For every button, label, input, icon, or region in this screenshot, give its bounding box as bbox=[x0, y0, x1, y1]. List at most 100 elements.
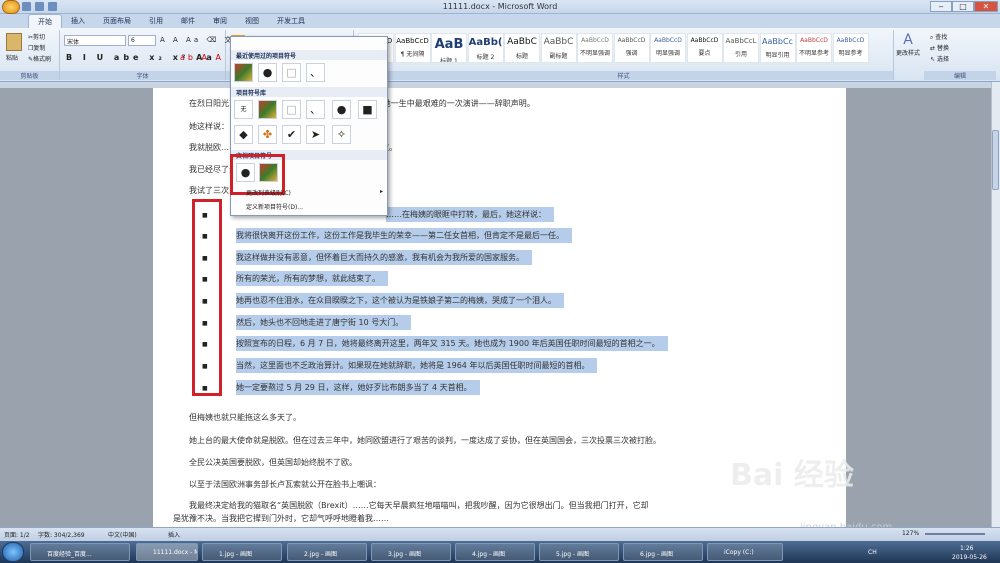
style-item[interactable]: AaBbCcD 明显强调 bbox=[650, 33, 686, 63]
define-new-bullet-item[interactable]: 定义新项目符号(D)... bbox=[246, 202, 303, 211]
select-button[interactable]: ↖ 选择 bbox=[930, 54, 949, 63]
bullet-option-four-star-icon[interactable]: ✧ bbox=[332, 125, 351, 144]
status-page[interactable]: 页面: 1/2 bbox=[4, 530, 30, 539]
bullet-option-diamond-icon[interactable]: ◆ bbox=[234, 125, 253, 144]
copy-button[interactable]: ❐复制 bbox=[28, 43, 45, 52]
recent-bullets-header: 最近使用过的项目符号 bbox=[231, 50, 387, 60]
taskbar-item[interactable]: 6.jpg - 画图 bbox=[623, 543, 703, 561]
style-label: 明显强调 bbox=[655, 50, 680, 57]
status-language[interactable]: 中文(中国) bbox=[108, 530, 137, 539]
cut-button[interactable]: ✂剪切 bbox=[28, 32, 45, 41]
tab-home[interactable]: 开始 bbox=[28, 14, 62, 28]
scrollbar-thumb[interactable] bbox=[992, 130, 999, 190]
zoom-slider[interactable] bbox=[925, 533, 985, 535]
start-button[interactable] bbox=[2, 542, 24, 562]
tab-insert[interactable]: 插入 bbox=[62, 14, 94, 28]
paste-label[interactable]: 粘贴 bbox=[6, 53, 18, 62]
style-label: ¶ 无间隔 bbox=[400, 51, 425, 58]
bullet-option-dot-icon[interactable]: ● bbox=[332, 100, 351, 119]
tab-page-layout[interactable]: 页面布局 bbox=[94, 14, 140, 28]
ribbon-tabs: 开始 插入 页面布局 引用 邮件 审阅 视图 开发工具 bbox=[0, 14, 1000, 28]
bullet-option-square-icon[interactable]: ■ bbox=[358, 100, 377, 119]
style-item[interactable]: AaBbCc 明显引用 bbox=[759, 33, 796, 63]
style-sample: AaBbCcD bbox=[800, 37, 828, 44]
style-item[interactable]: AaBbCcD 要点 bbox=[686, 33, 723, 63]
doc-line: 她这样说： bbox=[189, 122, 229, 131]
bullet-option-star-cluster-icon[interactable]: ✤ bbox=[258, 125, 277, 144]
style-label: 强调 bbox=[625, 50, 638, 57]
style-item[interactable]: AaBbC 副标题 bbox=[540, 33, 577, 63]
change-styles-button[interactable]: A 更改样式 bbox=[893, 30, 923, 80]
bullet-option-square-outline-icon[interactable]: □ bbox=[282, 63, 301, 82]
change-list-level-item[interactable]: 更改列表级别(C) bbox=[246, 188, 291, 197]
style-label: 不明显参考 bbox=[798, 50, 829, 57]
watermark-logo: Bai 经验 bbox=[730, 458, 854, 493]
style-sample: AaB bbox=[434, 37, 464, 52]
find-button[interactable]: ⌕ 查找 bbox=[930, 32, 947, 42]
maximize-button[interactable]: □ bbox=[952, 1, 974, 12]
bullet-line: 我这样做并没有恶意，但怀着巨大而持久的感激，我有机会为我所爱的国家服务。 bbox=[236, 250, 532, 265]
style-label: 标题 2 bbox=[476, 54, 495, 61]
style-item[interactable]: AaBbCcL 引用 bbox=[723, 33, 759, 63]
doc-line: 我最终决定给我的猫取名“英国脱欧（Brexit）……它每天早晨疯狂地喵喵叫，把我… bbox=[189, 501, 649, 510]
highlight-box-bullets bbox=[192, 199, 222, 396]
style-item[interactable]: AaBbC 标题 bbox=[504, 33, 540, 63]
paste-icon[interactable] bbox=[6, 33, 22, 51]
bullet-option-picture-icon[interactable] bbox=[258, 100, 277, 119]
tab-developer[interactable]: 开发工具 bbox=[268, 14, 314, 28]
bullet-option-picture-icon[interactable] bbox=[234, 63, 253, 82]
style-label: 标题 bbox=[515, 53, 528, 60]
tray-language[interactable]: CH bbox=[868, 549, 877, 556]
tray-date[interactable]: 2019-05-26 bbox=[952, 554, 987, 561]
bullet-option-check-icon[interactable]: ✔ bbox=[282, 125, 301, 144]
window-title: 11111.docx - Microsoft Word bbox=[442, 2, 558, 11]
replace-icon: ⇄ bbox=[930, 45, 936, 52]
group-label: 剪贴板 bbox=[0, 71, 59, 80]
style-item[interactable]: AaBbCcD ¶ 无间隔 bbox=[394, 33, 431, 63]
bullet-option-comma-icon[interactable]: 、 bbox=[306, 100, 325, 119]
group-label: 样式 bbox=[354, 71, 893, 80]
taskbar-item[interactable]: 3.jpg - 画图 bbox=[371, 543, 451, 561]
bullet-line: 她一定要熬过 5 月 29 日，这样，她好歹比布朗多当了 4 天首相。 bbox=[236, 380, 480, 395]
font-size-select[interactable]: 6 bbox=[128, 35, 156, 46]
taskbar-item[interactable]: 2.jpg - 画图 bbox=[287, 543, 367, 561]
minimize-button[interactable]: ‒ bbox=[930, 1, 952, 12]
tab-references[interactable]: 引用 bbox=[140, 14, 172, 28]
bullet-option-dot-icon[interactable]: ● bbox=[258, 63, 277, 82]
taskbar-item[interactable]: 1.jpg - 画图 bbox=[202, 543, 282, 561]
bullet-line: ……在梅姨的眼眶中打转，最后，她这样说： bbox=[386, 207, 554, 222]
taskbar-item[interactable]: 百度经验_百度... bbox=[30, 543, 130, 561]
status-insert-mode[interactable]: 插入 bbox=[168, 530, 180, 539]
bullet-option-comma-icon[interactable]: 、 bbox=[306, 63, 325, 82]
font-color-buttons[interactable]: ab A A bbox=[180, 53, 224, 62]
tab-view[interactable]: 视图 bbox=[236, 14, 268, 28]
format-painter-button[interactable]: ✎格式刷 bbox=[28, 54, 51, 63]
status-words[interactable]: 字数: 304/2,369 bbox=[38, 530, 85, 539]
bullet-option-arrow-icon[interactable]: ➤ bbox=[306, 125, 325, 144]
close-button[interactable]: ✕ bbox=[974, 1, 998, 12]
status-bar bbox=[0, 527, 1000, 541]
bullet-option-square-outline-icon[interactable]: □ bbox=[282, 100, 301, 119]
taskbar-item[interactable]: 11111.docx - Mi... bbox=[136, 543, 198, 561]
taskbar-item[interactable]: iCopy (C:) bbox=[707, 543, 783, 561]
style-item[interactable]: AaBbCcD 明显参考 bbox=[832, 33, 869, 63]
bullet-option-none[interactable]: 无 bbox=[234, 100, 253, 119]
style-item[interactable]: AaBbCcD 强调 bbox=[613, 33, 650, 63]
bullet-library-header: 项目符号库 bbox=[231, 87, 387, 97]
tab-mailings[interactable]: 邮件 bbox=[172, 14, 204, 28]
tray-time[interactable]: 1:26 bbox=[960, 545, 973, 552]
style-item[interactable]: AaBbCcD 不明显强调 bbox=[577, 33, 613, 63]
taskbar-item[interactable]: 4.jpg - 画图 bbox=[455, 543, 535, 561]
style-label: 标题 1 bbox=[440, 58, 458, 63]
style-item[interactable]: AaBbCcD 不明显参考 bbox=[796, 33, 832, 63]
style-item[interactable]: AaB 标题 1 bbox=[431, 33, 467, 63]
replace-button[interactable]: ⇄ 替换 bbox=[930, 43, 949, 52]
zoom-level[interactable]: 127% bbox=[902, 530, 919, 537]
doc-line: 以至于法国欧洲事务部长卢瓦索就公开在脸书上嘲讽： bbox=[189, 480, 381, 489]
font-name-select[interactable]: 宋体 bbox=[64, 35, 126, 46]
style-sample: AaBbCcL bbox=[725, 37, 757, 45]
taskbar-item[interactable]: 5.jpg - 画图 bbox=[539, 543, 619, 561]
style-item[interactable]: AaBb(标题 2 bbox=[467, 33, 504, 63]
group-label: 编辑 bbox=[924, 71, 996, 80]
tab-review[interactable]: 审阅 bbox=[204, 14, 236, 28]
